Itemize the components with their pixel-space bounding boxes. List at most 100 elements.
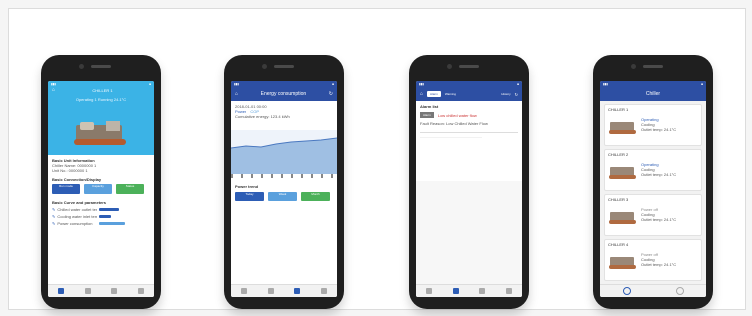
chiller-name: CHILLER 1 <box>608 107 629 112</box>
button-label: Month <box>311 192 320 196</box>
nav-chiller-icon[interactable] <box>622 287 631 295</box>
alarm-tag: Alarm <box>420 112 434 118</box>
chiller-outlet-temp: Outlet temp: 24.1°C <box>641 262 677 267</box>
cumulative-energy: Cumulative energy: 123.4 kWh <box>235 114 290 119</box>
chiller-card[interactable]: CHILLER 2 Operating Cooling Outlet temp:… <box>604 149 702 191</box>
curve-label: Cooling water inlet temp <box>57 214 98 219</box>
empty-area <box>416 181 522 285</box>
page-title: Chiller <box>645 91 661 97</box>
chiller-name: CHILLER 2 <box>608 152 629 157</box>
chiller-card[interactable]: CHILLER 3 Power off Cooling Outlet temp:… <box>604 194 702 236</box>
alarm-text: Low chilled water flow <box>437 112 477 118</box>
alarm-row[interactable]: Alarm Low chilled water flow <box>420 112 518 118</box>
nav-overview-icon[interactable] <box>241 288 248 294</box>
speaker-grille <box>91 65 111 68</box>
nav-curve-icon[interactable] <box>267 288 274 294</box>
button-label: Run mode <box>59 184 73 188</box>
nav-overview-icon[interactable] <box>426 288 433 294</box>
chiller-outlet-temp: Outlet temp: 24.1°C <box>641 127 677 132</box>
nav-curve-icon[interactable] <box>84 288 91 294</box>
section-title: Power trend <box>235 184 259 189</box>
curve-row[interactable]: ✎ Cooling water inlet temp <box>52 214 150 219</box>
section-title: Basic Connection/Display <box>52 177 102 182</box>
button-label: Week <box>278 192 287 196</box>
pencil-icon: ✎ <box>52 207 56 212</box>
app-header: ▮▮▮ ■ Chiller <box>600 81 706 101</box>
chiller-card[interactable]: CHILLER 1 Operating Cooling Outlet temp:… <box>604 104 702 146</box>
speaker-grille <box>643 65 663 68</box>
curve-row[interactable]: ✎ Power consumption <box>52 221 150 226</box>
chiller-thumbnail <box>609 164 637 180</box>
refresh-icon[interactable]: ↻ <box>329 91 333 97</box>
app-header: ▮▮▮ ■ ⌂ Alarm Warning History ↻ <box>416 81 522 101</box>
home-icon[interactable]: ⌂ <box>420 91 423 97</box>
camera-icon <box>79 64 84 69</box>
speaker-grille <box>274 65 294 68</box>
curve-bar <box>99 208 120 211</box>
camera-icon <box>262 64 267 69</box>
page-title: Energy consumption <box>260 91 307 97</box>
chiller-outlet-temp: Outlet temp: 24.1°C <box>641 172 677 177</box>
header-status: Operating 1 Running 24.1°C <box>75 97 127 102</box>
curve-row[interactable]: ✎ Chilled water outlet temp <box>52 207 150 212</box>
phone-screen: ▮▮▮ ■ Chiller CHILLER 1 Operating Cooling… <box>600 81 706 297</box>
alarm-detail: Fault Reason: Low Chilled Water Flow <box>420 121 488 126</box>
tab-history[interactable]: History <box>460 92 510 96</box>
nav-curve-icon[interactable] <box>479 288 486 294</box>
app-header: ▮▮▮ ■ ⌂ Energy consumption ↻ <box>231 81 337 101</box>
bottom-nav <box>48 284 154 297</box>
nav-me-icon[interactable] <box>320 288 327 294</box>
bottom-nav <box>600 284 706 297</box>
button-label: Capacity <box>92 184 104 188</box>
nav-energy-icon[interactable] <box>294 288 301 294</box>
nav-me-icon[interactable] <box>675 287 684 295</box>
phone-screen: ▮▮▮ ■ ⌂ Energy consumption ↻ 2018-01-01 0… <box>231 81 337 297</box>
week-button[interactable]: Week <box>268 192 297 201</box>
phone-chiller-list: ▮▮▮ ■ Chiller CHILLER 1 Operating Cooling… <box>593 55 713 309</box>
curve-label: Power consumption <box>57 221 93 226</box>
nav-me-icon[interactable] <box>137 288 144 294</box>
chiller-name: CHILLER 3 <box>608 197 629 202</box>
divider <box>420 132 518 133</box>
phone-energy: ▮▮▮ ■ ⌂ Energy consumption ↻ 2018-01-01 0… <box>224 55 344 309</box>
chiller-name: CHILLER 4 <box>608 242 629 247</box>
speaker-grille <box>459 65 479 68</box>
nav-overview-icon[interactable] <box>58 288 65 294</box>
phone-alarm: ▮▮▮ ■ ⌂ Alarm Warning History ↻ Alarm lis… <box>409 55 529 309</box>
chiller-thumbnail <box>609 209 637 225</box>
tab-warning[interactable]: Warning <box>445 92 456 96</box>
button-label: Today <box>245 192 254 196</box>
chiller-thumbnail <box>609 119 637 135</box>
capacity-button[interactable]: Capacity <box>84 184 112 194</box>
chiller-outlet-temp: Outlet temp: 24.1°C <box>641 217 677 222</box>
run-mode-button[interactable]: Run mode <box>52 184 80 194</box>
bottom-nav <box>231 284 337 297</box>
chiller-card[interactable]: CHILLER 4 Power off Cooling Outlet temp:… <box>604 239 702 281</box>
chiller-header: ▮▮▮ ■ ⌂ CHILLER 1 Operating 1 Running 24.… <box>48 81 154 155</box>
nav-me-icon[interactable] <box>505 288 512 294</box>
nav-alarm-icon[interactable] <box>111 288 118 294</box>
section-title: Alarm list <box>420 104 439 109</box>
curve-bar <box>99 215 112 218</box>
pencil-icon: ✎ <box>52 221 56 226</box>
screenshot-frame: ▮▮▮ ■ ⌂ CHILLER 1 Operating 1 Running 24.… <box>8 8 746 310</box>
chiller-image <box>72 119 128 149</box>
refresh-icon[interactable]: ↻ <box>515 92 518 97</box>
status-button[interactable]: Status <box>116 184 144 194</box>
info-line: Unit No.: 0000000 1 <box>52 168 88 173</box>
energy-area-chart <box>231 130 337 174</box>
list-footer: ----------------------------------------… <box>420 135 482 139</box>
curve-label: Chilled water outlet temp <box>57 207 98 212</box>
page-title: CHILLER 1 <box>92 87 113 93</box>
pencil-icon: ✎ <box>52 214 56 219</box>
phone-screen: ▮▮▮ ■ ⌂ Alarm Warning History ↻ Alarm lis… <box>416 81 522 297</box>
tab-alarm[interactable]: Alarm <box>427 91 441 97</box>
month-button[interactable]: Month <box>301 192 330 201</box>
section-title: Basic Curve and parameters <box>52 200 107 205</box>
today-button[interactable]: Today <box>235 192 264 201</box>
camera-icon <box>631 64 636 69</box>
button-label: Status <box>125 184 135 188</box>
bottom-nav <box>416 284 522 297</box>
phone-screen: ▮▮▮ ■ ⌂ CHILLER 1 Operating 1 Running 24.… <box>48 81 154 297</box>
nav-alarm-icon[interactable] <box>452 288 459 294</box>
